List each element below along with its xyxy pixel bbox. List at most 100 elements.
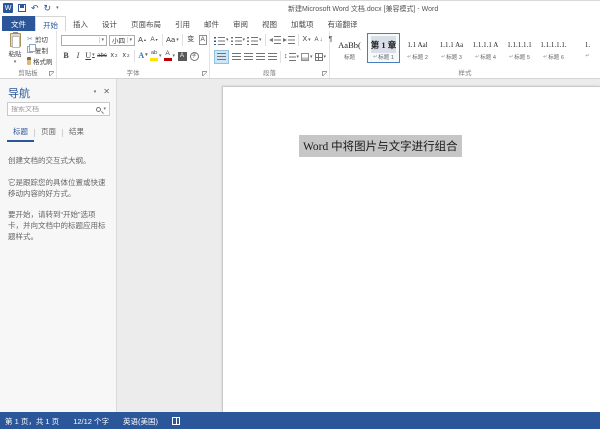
document-workspace: 导航 ▾ ✕ ▾ 标题 页面 结果 创建文档的交互式大纲。 它是跟踪您的具体位置… [0, 79, 600, 412]
superscript-button[interactable]: x2 [121, 50, 131, 62]
tab-design[interactable]: 设计 [95, 16, 124, 31]
tab-page-layout[interactable]: 页面布局 [124, 16, 168, 31]
style-item-heading3[interactable]: 1.1.1 Aa ↵标题 3 [435, 33, 468, 63]
clipboard-group-label: 剪贴板 [0, 67, 56, 77]
numbering-button[interactable]: ▾ [231, 34, 246, 46]
tab-addins[interactable]: 加载项 [284, 16, 321, 31]
justify-icon [256, 53, 265, 61]
style-item-title[interactable]: AaBb( 标题 [333, 33, 366, 63]
asian-layout-button[interactable]: X▾ [302, 34, 312, 46]
document-page[interactable]: Word 中将图片与文字进行组合 [222, 86, 600, 412]
tab-review[interactable]: 审阅 [226, 16, 255, 31]
undo-icon[interactable]: ↶ [31, 4, 39, 13]
nav-tab-results[interactable]: 结果 [63, 124, 90, 142]
align-left-icon [217, 53, 226, 61]
shading-button[interactable]: ▾ [301, 51, 313, 63]
tab-youdao-translate[interactable]: 有道翻译 [321, 16, 365, 31]
grow-font-button[interactable]: A▴ [137, 34, 147, 46]
align-left-button[interactable] [214, 50, 229, 64]
align-center-icon [232, 53, 241, 61]
tab-view[interactable]: 视图 [255, 16, 284, 31]
nav-pane-close-icon[interactable]: ✕ [103, 88, 110, 96]
nav-pane-hint-1: 创建文档的交互式大纲。 [8, 155, 110, 166]
linked-style-icon: ↵ [441, 54, 445, 60]
language-indicator[interactable]: 英语(美国) [123, 416, 158, 427]
phonetic-guide-button[interactable]: 变 [186, 34, 196, 46]
font-group-label: 字体 [57, 67, 209, 77]
paragraph-group-label: 段落 [210, 67, 329, 77]
copy-button[interactable]: 复制 [27, 44, 57, 55]
italic-button[interactable]: I [73, 50, 83, 62]
style-item-heading6[interactable]: 1.1.1.1.1. ↵标题 6 [537, 33, 570, 63]
highlighter-icon: ab [150, 51, 158, 61]
font-dialog-launcher-icon[interactable] [202, 71, 207, 76]
selected-text[interactable]: Word 中将图片与文字进行组合 [299, 135, 462, 157]
justify-button[interactable] [255, 51, 265, 63]
search-icon[interactable] [96, 107, 101, 112]
quick-access-toolbar: W ↶ ↻ ▾ [3, 3, 59, 13]
proofing-status-icon[interactable] [172, 417, 180, 425]
character-shading-button[interactable]: A [177, 50, 187, 62]
cut-button[interactable]: ✂ 剪切 [27, 33, 57, 44]
highlight-color-button[interactable]: ab▾ [150, 50, 162, 62]
font-color-button[interactable]: A▾ [164, 50, 176, 62]
style-item-heading2[interactable]: 1.1 Aal ↵标题 2 [401, 33, 434, 63]
tab-mailings[interactable]: 邮件 [197, 16, 226, 31]
character-border-button[interactable]: A [198, 34, 208, 46]
style-item-heading5[interactable]: 1.1.1.1.1 ↵标题 5 [503, 33, 536, 63]
strikethrough-button[interactable]: abc [97, 50, 107, 62]
font-size-combo[interactable]: 小四▾ [109, 35, 135, 46]
format-painter-button[interactable]: 格式刷 [27, 55, 57, 66]
multilevel-list-button[interactable]: ▾ [247, 34, 262, 46]
ribbon: 粘贴 ▾ ✂ 剪切 复制 格式刷 剪贴板 [0, 31, 600, 79]
borders-icon [315, 53, 323, 61]
customize-qat-icon[interactable]: ▾ [56, 5, 59, 11]
page-indicator[interactable]: 第 1 页，共 1 页 [5, 416, 59, 427]
ribbon-tabs: 文件 开始 插入 设计 页面布局 引用 邮件 审阅 视图 加载项 有道翻译 [0, 16, 600, 31]
bullets-button[interactable]: ▾ [214, 34, 229, 46]
nav-search-box[interactable]: ▾ [7, 102, 110, 116]
increase-indent-button[interactable] [283, 34, 295, 46]
style-item-partial[interactable]: 1. ↵ [571, 33, 599, 63]
group-clipboard: 粘贴 ▾ ✂ 剪切 复制 格式刷 剪贴板 [0, 31, 57, 78]
word-count[interactable]: 12/12 个字 [73, 416, 109, 427]
tab-home[interactable]: 开始 [35, 16, 66, 31]
word-logo-icon[interactable]: W [3, 3, 13, 13]
sort-button[interactable]: A↓ [314, 34, 324, 46]
nav-pane-options-icon[interactable]: ▾ [94, 89, 97, 95]
align-right-button[interactable] [243, 51, 253, 63]
search-options-icon[interactable]: ▾ [103, 106, 106, 112]
borders-button[interactable]: ▾ [315, 51, 327, 63]
search-input[interactable] [8, 106, 96, 113]
tab-insert[interactable]: 插入 [66, 16, 95, 31]
change-case-button[interactable]: Aa▾ [166, 34, 179, 46]
shading-icon [301, 53, 309, 61]
tab-file[interactable]: 文件 [2, 16, 35, 31]
styles-gallery: AaBb( 标题 第 1 章 ↵标题 1 1.1 Aal ↵标题 2 1.1.1… [333, 33, 599, 63]
nav-tab-pages[interactable]: 页面 [35, 124, 62, 142]
font-name-combo[interactable]: ▾ [61, 35, 107, 46]
line-spacing-button[interactable]: ↕▾ [284, 51, 299, 63]
paste-button[interactable]: 粘贴 ▾ [3, 33, 27, 67]
style-item-heading4[interactable]: 1.1.1.1 A ↵标题 4 [469, 33, 502, 63]
clipboard-dialog-launcher-icon[interactable] [49, 71, 54, 76]
align-center-button[interactable] [231, 51, 241, 63]
character-shading-icon: A [178, 52, 187, 61]
paste-dropdown-icon[interactable]: ▾ [14, 59, 17, 65]
paragraph-dialog-launcher-icon[interactable] [322, 71, 327, 76]
subscript-button[interactable]: x2 [109, 50, 119, 62]
shrink-font-button[interactable]: A▾ [149, 34, 159, 46]
nav-tab-headings[interactable]: 标题 [7, 124, 34, 142]
distribute-button[interactable] [267, 51, 277, 63]
bold-button[interactable]: B [61, 50, 71, 62]
redo-icon[interactable]: ↻ [44, 4, 52, 13]
save-icon[interactable] [18, 4, 26, 12]
numbered-list-icon [231, 36, 242, 45]
bullet-list-icon [214, 36, 225, 45]
enclose-characters-button[interactable]: 字 [189, 50, 199, 62]
text-effects-button[interactable]: A▾ [138, 50, 148, 62]
style-item-heading1[interactable]: 第 1 章 ↵标题 1 [367, 33, 400, 63]
underline-button[interactable]: U▾ [85, 50, 95, 62]
tab-references[interactable]: 引用 [168, 16, 197, 31]
decrease-indent-button[interactable] [269, 34, 281, 46]
